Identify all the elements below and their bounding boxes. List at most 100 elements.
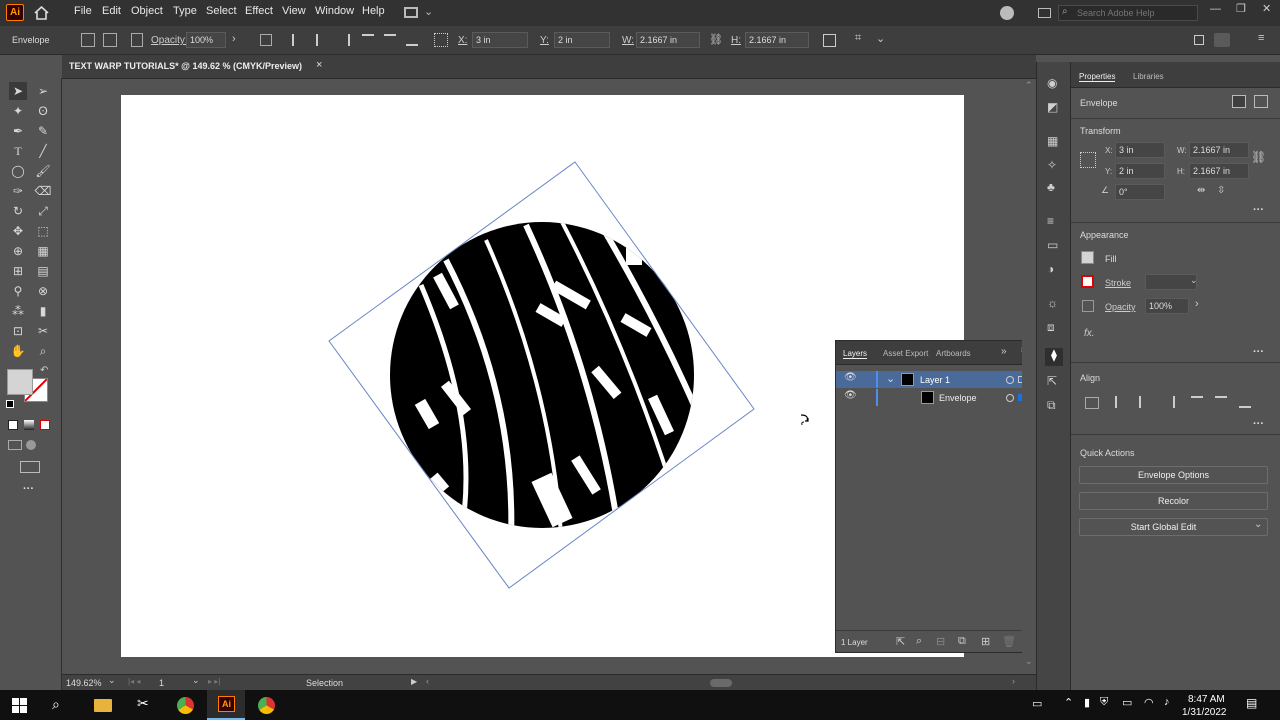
isolate-icon[interactable]: ⌗: [855, 32, 861, 45]
eyedropper-tool-icon[interactable]: ⚲: [9, 282, 27, 300]
align-left-icon[interactable]: [292, 34, 304, 46]
align-right-icon[interactable]: [338, 34, 350, 46]
panel-menu-icon[interactable]: ≡: [1258, 32, 1264, 44]
close-window-button[interactable]: ✕: [1262, 2, 1271, 15]
reference-point-icon[interactable]: [434, 33, 448, 47]
edit-contents-icon[interactable]: [1254, 95, 1268, 108]
opacity-label[interactable]: Opacity:: [151, 35, 188, 46]
recolor-icon[interactable]: [131, 33, 143, 47]
tools-app-icon[interactable]: ✂: [137, 695, 149, 712]
chevron-right-icon[interactable]: ›: [232, 33, 236, 45]
chevron-down-icon[interactable]: ⌄: [1190, 275, 1198, 286]
clipping-mask-icon[interactable]: ⊟: [936, 635, 945, 648]
fx-icon[interactable]: fx.: [1084, 328, 1095, 339]
menu-object[interactable]: Object: [131, 5, 163, 17]
arrange-documents-icon[interactable]: [1038, 8, 1051, 18]
layer-row[interactable]: 👁 Envelope: [836, 389, 1035, 406]
artboard-number[interactable]: 1: [159, 678, 164, 688]
stroke-panel-icon[interactable]: ≡: [1047, 214, 1054, 228]
magic-wand-tool-icon[interactable]: ✦: [9, 102, 27, 120]
color-panel-icon[interactable]: ◉: [1047, 76, 1057, 90]
align-left-icon[interactable]: [1115, 396, 1127, 408]
type-tool-icon[interactable]: T: [9, 142, 27, 160]
minimize-button[interactable]: —: [1210, 3, 1221, 15]
selection-tool-icon[interactable]: ➤: [9, 82, 27, 100]
target-icon[interactable]: [1006, 394, 1014, 402]
menu-help[interactable]: Help: [362, 5, 385, 17]
screen-mode-icon[interactable]: [20, 461, 40, 473]
reference-point-icon[interactable]: [1080, 152, 1096, 168]
asset-export-icon[interactable]: ⇱: [1047, 374, 1057, 388]
more-options-icon[interactable]: ···: [1253, 204, 1264, 216]
expand-layer-icon[interactable]: ⌄: [886, 372, 895, 385]
tab-properties[interactable]: Properties: [1079, 72, 1116, 82]
zoom-level[interactable]: 149.62%: [66, 678, 102, 688]
fill-swatch[interactable]: [1081, 251, 1094, 264]
help-search-input[interactable]: [1077, 7, 1195, 19]
more-options-icon[interactable]: ···: [1253, 418, 1264, 430]
scale-tool-icon[interactable]: ⤢: [34, 202, 52, 220]
align-middle-icon[interactable]: [1215, 396, 1227, 408]
layer-row[interactable]: 👁 ⌄ Layer 1: [836, 371, 1035, 388]
align-top-icon[interactable]: [362, 34, 374, 46]
default-colors-icon[interactable]: [6, 400, 14, 408]
h-field[interactable]: 2.1667 in: [745, 32, 809, 48]
line-tool-icon[interactable]: ╱: [34, 142, 52, 160]
transform-h-field[interactable]: 2.1667 in: [1189, 163, 1249, 179]
column-graph-tool-icon[interactable]: ▮: [34, 302, 52, 320]
chevron-up-icon[interactable]: ⌃: [1064, 696, 1073, 709]
edit-envelope-icon[interactable]: [81, 33, 95, 47]
chevron-right-icon[interactable]: ›: [1195, 298, 1199, 310]
layers-panel-icon[interactable]: ⧫: [1045, 348, 1063, 366]
gradient-mode-icon[interactable]: [24, 420, 34, 430]
edit-envelope-icon[interactable]: [1232, 95, 1246, 108]
zoom-tool-icon[interactable]: ⌕: [34, 342, 52, 360]
opacity-field[interactable]: 100%: [1145, 298, 1189, 314]
visibility-eye-icon[interactable]: 👁: [844, 372, 857, 383]
shaper-tool-icon[interactable]: ✑: [9, 182, 27, 200]
chevron-down-icon[interactable]: ⌄: [876, 32, 885, 45]
artboards-panel-icon[interactable]: ⧉: [1047, 398, 1056, 412]
file-explorer-icon[interactable]: [94, 699, 112, 712]
rotate-tool-icon[interactable]: ↻: [9, 202, 27, 220]
new-layer-icon[interactable]: ⊞: [981, 635, 990, 648]
align-to-icon[interactable]: [1085, 397, 1099, 409]
align-center-icon[interactable]: [1139, 396, 1151, 408]
appearance-panel-icon[interactable]: ☼: [1047, 296, 1058, 310]
recolor-button[interactable]: Recolor: [1079, 492, 1268, 510]
flip-vertical-icon[interactable]: ⇳: [1217, 185, 1225, 196]
transform-x-field[interactable]: 3 in: [1115, 142, 1165, 158]
chevron-down-icon[interactable]: ⌄: [1254, 519, 1262, 530]
stroke-label[interactable]: Stroke: [1105, 278, 1131, 288]
puppet-warp-tool-icon[interactable]: ✥: [9, 222, 27, 240]
microphone-icon[interactable]: ▮: [1084, 696, 1090, 709]
vertical-scrollbar[interactable]: ⌃ ⌄: [1022, 80, 1036, 674]
task-view-icon[interactable]: ▭: [1032, 697, 1042, 710]
menu-select[interactable]: Select: [206, 5, 237, 17]
transform-icon[interactable]: [823, 34, 836, 47]
blend-tool-icon[interactable]: ⊗: [34, 282, 52, 300]
none-mode-icon[interactable]: [40, 420, 50, 430]
align-to-icon[interactable]: [260, 34, 272, 46]
start-global-edit-button[interactable]: Start Global Edit: [1079, 518, 1268, 536]
color-mode-icon[interactable]: [8, 420, 18, 430]
chevron-down-icon[interactable]: ⌄: [108, 675, 116, 686]
chevron-down-icon[interactable]: ⌄: [192, 675, 200, 686]
align-right-icon[interactable]: [1163, 396, 1175, 408]
workspace-icon[interactable]: [1214, 33, 1230, 47]
align-top-icon[interactable]: [1191, 396, 1203, 408]
opacity-label[interactable]: Opacity: [1105, 302, 1136, 312]
tab-libraries[interactable]: Libraries: [1133, 72, 1164, 81]
edit-toolbar-icon[interactable]: ···: [23, 483, 34, 495]
swatches-icon[interactable]: ▦: [1047, 134, 1058, 148]
symbols-icon[interactable]: ♣: [1047, 180, 1055, 194]
align-bottom-icon[interactable]: [1239, 396, 1251, 408]
help-search-box[interactable]: ⌕: [1058, 5, 1198, 21]
slice-tool-icon[interactable]: ✂: [34, 322, 52, 340]
paintbrush-tool-icon[interactable]: 🖌: [34, 162, 52, 180]
visibility-eye-icon[interactable]: 👁: [844, 390, 857, 401]
illustrator-taskbar-button[interactable]: Ai: [207, 690, 245, 720]
stroke-swatch[interactable]: [1081, 275, 1094, 288]
chrome-icon[interactable]: [258, 697, 275, 714]
color-guide-icon[interactable]: ◩: [1047, 100, 1058, 114]
